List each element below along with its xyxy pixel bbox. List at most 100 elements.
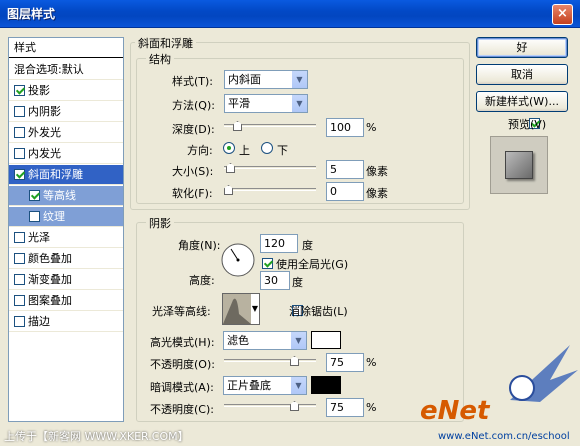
style-list-item[interactable]: 外发光 — [9, 123, 123, 143]
preview-thumbnail — [490, 136, 548, 194]
style-checkbox[interactable] — [14, 232, 25, 243]
global-light-label[interactable]: 使用全局光(G) — [276, 256, 348, 272]
style-checkbox[interactable] — [14, 127, 25, 138]
style-checkbox[interactable] — [14, 253, 25, 264]
shadow-opacity-track[interactable] — [224, 404, 316, 407]
style-list-item[interactable]: 内阴影 — [9, 102, 123, 122]
title-bar: 图层样式 × — [0, 0, 580, 28]
size-input[interactable]: 5 — [326, 160, 364, 179]
soften-label: 软化(F): — [172, 187, 213, 200]
style-checkbox[interactable] — [14, 106, 25, 117]
chevron-down-icon: ▼ — [291, 95, 307, 112]
style-checkbox[interactable] — [14, 169, 25, 180]
depth-label: 深度(D): — [172, 123, 215, 136]
soften-input[interactable]: 0 — [326, 182, 364, 201]
style-select-value: 内斜面 — [228, 73, 261, 86]
altitude-input[interactable]: 30 — [260, 271, 290, 290]
angle-dial[interactable] — [220, 242, 256, 278]
style-list-item[interactable]: 光泽 — [9, 228, 123, 248]
angle-label: 角度(N): — [178, 239, 221, 252]
style-list-item-label: 颜色叠加 — [28, 252, 72, 265]
direction-down-radio[interactable] — [261, 142, 273, 154]
bevel-emboss-title: 斜面和浮雕 — [135, 35, 196, 51]
style-list-item[interactable]: 描边 — [9, 312, 123, 332]
highlight-color-swatch[interactable] — [311, 331, 341, 349]
enet-url: www.eNet.com.cn/eschool — [438, 431, 570, 442]
style-checkbox[interactable] — [14, 274, 25, 285]
cancel-button[interactable]: 取消 — [476, 64, 568, 85]
shadow-mode-value: 正片叠底 — [227, 379, 271, 392]
style-list-item[interactable]: 颜色叠加 — [9, 249, 123, 269]
style-list-item-label: 等高线 — [43, 189, 76, 202]
style-list-item-label: 光泽 — [28, 231, 50, 244]
style-checkbox[interactable] — [29, 211, 40, 222]
style-list-item-label: 投影 — [28, 84, 50, 97]
structure-title: 结构 — [146, 51, 174, 67]
style-list-item-label: 纹理 — [43, 210, 65, 223]
style-list: 样式 混合选项:默认 投影内阴影外发光内发光斜面和浮雕等高线纹理光泽颜色叠加渐变… — [8, 37, 124, 422]
depth-input[interactable]: 100 — [326, 118, 364, 137]
anti-alias-label[interactable]: 消除锯齿(L) — [289, 303, 348, 319]
wings-logo-icon — [509, 345, 578, 402]
ok-button[interactable]: 好 — [476, 37, 568, 58]
close-button[interactable]: × — [552, 4, 573, 25]
style-list-item[interactable]: 纹理 — [9, 207, 123, 227]
style-checkbox[interactable] — [14, 85, 25, 96]
size-slider-track[interactable] — [224, 166, 316, 169]
chevron-down-icon: ▼ — [291, 71, 307, 88]
blend-options-item[interactable]: 混合选项:默认 — [9, 60, 123, 80]
depth-unit: % — [366, 121, 377, 134]
style-checkbox[interactable] — [14, 148, 25, 159]
style-list-item[interactable]: 斜面和浮雕 — [9, 165, 123, 185]
gloss-contour-picker[interactable]: ▼ — [222, 293, 260, 325]
technique-select[interactable]: 平滑 ▼ — [224, 94, 308, 113]
soften-slider-track[interactable] — [224, 188, 316, 191]
technique-select-value: 平滑 — [228, 97, 250, 110]
style-list-item[interactable]: 内发光 — [9, 144, 123, 164]
direction-up-radio[interactable] — [223, 142, 235, 154]
highlight-mode-value: 滤色 — [227, 334, 249, 347]
preview-label[interactable]: 预览(V) — [508, 116, 546, 132]
shadow-mode-select[interactable]: 正片叠底 ▼ — [223, 376, 307, 395]
style-checkbox[interactable] — [14, 316, 25, 327]
highlight-opacity-label: 不透明度(O): — [150, 358, 215, 371]
angle-unit: 度 — [302, 239, 313, 252]
contour-curve-icon — [223, 294, 251, 324]
style-list-header[interactable]: 样式 — [9, 38, 123, 58]
altitude-label: 高度: — [189, 274, 215, 287]
highlight-opacity-input[interactable]: 75 — [326, 353, 364, 372]
style-checkbox[interactable] — [14, 295, 25, 306]
enet-logo: eNet — [420, 396, 490, 426]
style-select[interactable]: 内斜面 ▼ — [224, 70, 308, 89]
shadow-opacity-input[interactable]: 75 — [326, 398, 364, 417]
style-list-item[interactable]: 图案叠加 — [9, 291, 123, 311]
style-list-item-label: 内发光 — [28, 147, 61, 160]
chevron-down-icon: ▼ — [290, 332, 306, 349]
gloss-contour-label: 光泽等高线: — [152, 305, 211, 318]
highlight-mode-select[interactable]: 滤色 ▼ — [223, 331, 307, 350]
shadow-mode-label: 暗调模式(A): — [150, 381, 214, 394]
soften-unit: 像素 — [366, 187, 388, 200]
style-list-item-label: 内阴影 — [28, 105, 61, 118]
direction-down-label[interactable]: 下 — [277, 142, 288, 158]
preview-swatch-icon — [505, 151, 533, 179]
style-list-item[interactable]: 渐变叠加 — [9, 270, 123, 290]
highlight-opacity-track[interactable] — [224, 359, 316, 362]
global-light-checkbox[interactable] — [262, 258, 273, 269]
direction-label: 方向: — [187, 144, 213, 157]
new-style-button[interactable]: 新建样式(W)... — [476, 91, 568, 112]
style-list-item[interactable]: 等高线 — [9, 186, 123, 206]
style-label: 样式(T): — [172, 75, 214, 88]
style-list-item-label: 渐变叠加 — [28, 273, 72, 286]
size-unit: 像素 — [366, 165, 388, 178]
footer-watermark: 上传于【新客网 WWW.XKER.COM】 — [4, 430, 189, 443]
style-list-item-label: 斜面和浮雕 — [28, 168, 83, 181]
angle-input[interactable]: 120 — [260, 234, 298, 253]
shadow-opacity-label: 不透明度(C): — [150, 403, 214, 416]
direction-up-label[interactable]: 上 — [239, 142, 250, 158]
style-list-item[interactable]: 投影 — [9, 81, 123, 101]
style-checkbox[interactable] — [29, 190, 40, 201]
window-title: 图层样式 — [7, 7, 56, 21]
shadow-color-swatch[interactable] — [311, 376, 341, 394]
shadow-opacity-unit: % — [366, 401, 377, 414]
